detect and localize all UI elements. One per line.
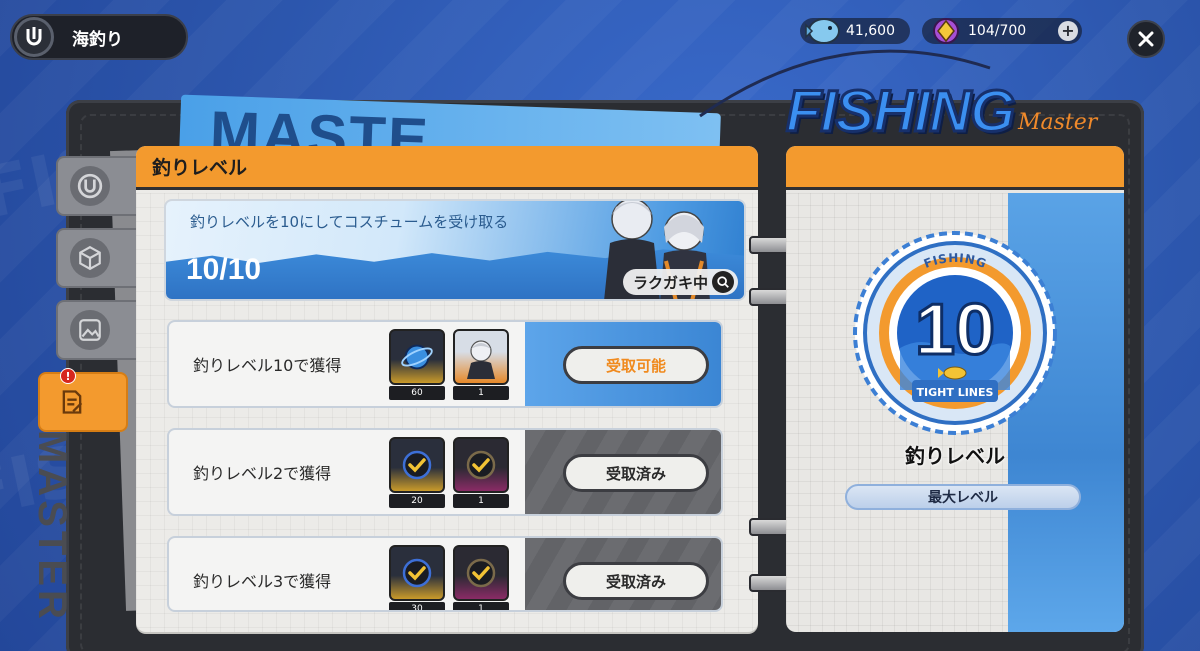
claimed-check-icon [453, 437, 509, 493]
stamina-value: 104/700 [968, 23, 1027, 39]
medal-ring-bottom: TIGHT LINES [917, 386, 994, 399]
reward-item[interactable]: 1 [453, 545, 509, 610]
doodle-badge-button[interactable]: ラクガキ中 [622, 269, 738, 295]
reward-item[interactable]: 20 [389, 437, 445, 509]
reward-item[interactable]: 1 [453, 329, 509, 401]
reward-action-area: 受取済み [525, 538, 721, 610]
picture-icon [70, 310, 110, 350]
box-icon [70, 238, 110, 278]
fishing-master-logo: FISHING Master [699, 49, 1120, 148]
reward-label: 釣りレベル10で獲得 [193, 356, 342, 375]
document-edit-icon [52, 382, 92, 422]
reward-label: 釣りレベル3で獲得 [193, 572, 332, 591]
notification-badge-icon: ! [60, 368, 76, 384]
reward-action-area: 受取済み [525, 430, 721, 514]
summary-header [786, 146, 1124, 190]
item-quantity: 1 [453, 386, 509, 400]
magnifier-icon [712, 271, 734, 293]
claim-button[interactable]: 受取可能 [563, 346, 709, 384]
claimed-button[interactable]: 受取済み [563, 562, 709, 600]
level-medal: FISHING 10 TIGHT LINES [853, 231, 1057, 435]
logo-tab-icon [70, 166, 110, 206]
reward-row: 釣りレベル3で獲得 30 1 受取済み [167, 536, 723, 612]
logo-word: FISHING [784, 78, 1016, 146]
close-button[interactable] [1127, 20, 1165, 58]
character-portrait-icon [453, 329, 509, 385]
item-quantity: 1 [453, 602, 509, 610]
close-icon [1138, 31, 1154, 47]
banner-progress: 10/10 [186, 253, 262, 286]
tab-level[interactable]: ! [38, 368, 128, 432]
item-quantity: 60 [389, 386, 445, 400]
medal-level-number: 10 [915, 290, 995, 370]
reward-item[interactable]: 30 [389, 545, 445, 610]
max-level-badge: 最大レベル [845, 484, 1081, 510]
doodle-badge-label: ラクガキ中 [632, 273, 708, 292]
back-button[interactable]: 海釣り [10, 14, 188, 60]
screen-title: 海釣り [72, 29, 123, 50]
reward-label: 釣りレベル2で獲得 [193, 464, 332, 483]
game-logo-icon [14, 17, 54, 57]
item-quantity: 20 [389, 494, 445, 508]
claimed-check-icon [389, 437, 445, 493]
reward-item[interactable]: 1 [453, 437, 509, 509]
claimed-button[interactable]: 受取済み [563, 454, 709, 492]
tab-gallery[interactable] [56, 300, 146, 360]
item-quantity: 30 [389, 602, 445, 610]
reward-item[interactable]: 60 [389, 329, 445, 401]
logo-subword: Master [1018, 110, 1098, 135]
banner-text: 釣りレベルを10にしてコスチュームを受け取る [190, 213, 509, 231]
panel-header: 釣りレベル [136, 146, 758, 190]
tab-home[interactable] [56, 156, 146, 216]
item-quantity: 1 [453, 494, 509, 508]
reward-row: 釣りレベル2で獲得 20 1 受取済み [167, 428, 723, 516]
reward-row: 釣りレベル10で獲得 60 1 受取可能 [167, 320, 723, 408]
claimed-check-icon [453, 545, 509, 601]
costume-banner: 釣りレベルを10にしてコスチュームを受け取る 10/10 ラクガキ中 [164, 199, 746, 301]
crystal-orb-icon [389, 329, 445, 385]
claimed-check-icon [389, 545, 445, 601]
tab-items[interactable] [56, 228, 146, 288]
fish-currency-value: 41,600 [846, 23, 895, 39]
reward-action-area: 受取可能 [525, 322, 721, 406]
panel-title: 釣りレベル [152, 157, 248, 179]
level-title: 釣りレベル [905, 444, 1005, 468]
side-master-word: MASTER [30, 430, 74, 623]
add-stamina-button[interactable]: + [1058, 21, 1078, 41]
